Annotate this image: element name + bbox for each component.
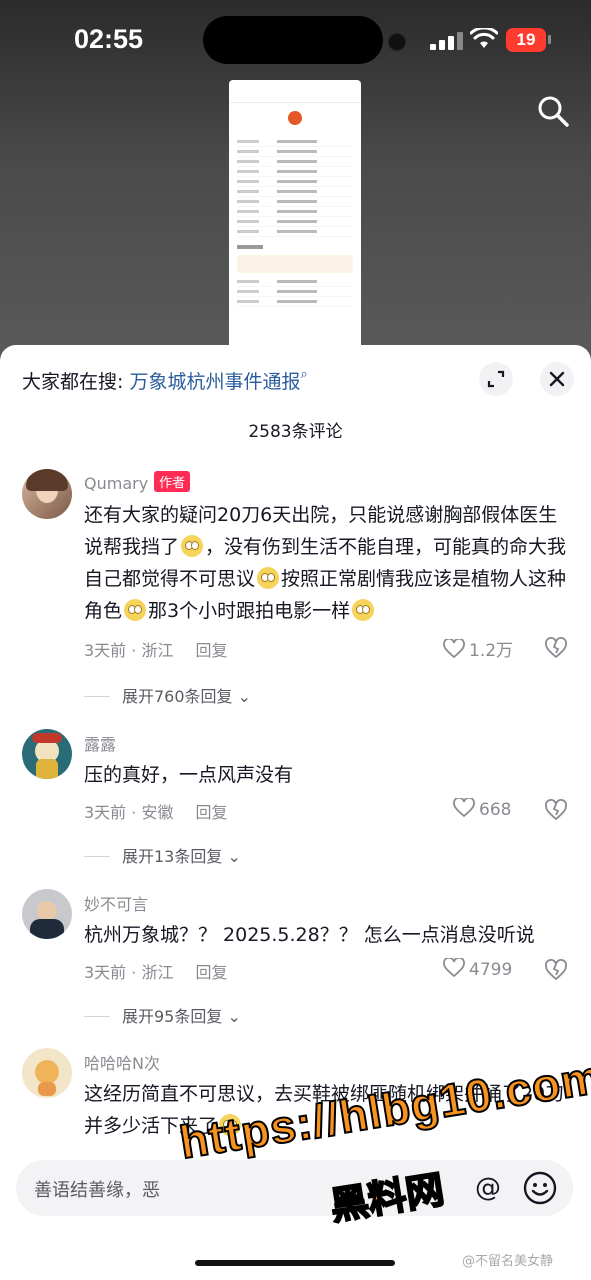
expand-replies[interactable]: 展开95条回复 ⌄ — [84, 1003, 241, 1027]
expand-button[interactable] — [479, 362, 513, 396]
comment-input[interactable]: 善语结善缘，恶 — [34, 1176, 160, 1202]
dislike-icon[interactable] — [545, 799, 567, 821]
divider-line — [84, 856, 110, 857]
battery-cap — [548, 35, 551, 44]
like-count: 1.2万 — [469, 641, 514, 661]
avatar[interactable] — [22, 889, 72, 939]
comment-text: 杭州万象城？？ 2025.5.28？？ 怎么一点消息没听说 — [84, 924, 535, 946]
embedded-logo — [288, 111, 302, 125]
divider-line — [84, 696, 110, 697]
like-button[interactable]: 668 — [453, 798, 511, 820]
hot-search-label: 大家都在搜: — [22, 371, 124, 393]
status-bar: 02:55 19 — [0, 0, 591, 80]
comment-meta: 3天前 · 浙江 回复 — [84, 637, 227, 661]
expand-icon — [487, 370, 505, 388]
emoji-icon — [257, 567, 280, 589]
comment-input-bar[interactable]: 善语结善缘，恶 @ — [16, 1160, 573, 1216]
comment-meta: 3天前 · 浙江 回复 — [84, 959, 227, 983]
avatar[interactable] — [22, 1048, 72, 1098]
dynamic-island — [203, 16, 383, 64]
battery-indicator: 19 — [506, 28, 546, 52]
close-button[interactable] — [540, 362, 574, 396]
expand-replies[interactable]: 展开760条回复 ⌄ — [84, 683, 251, 707]
dislike-icon[interactable] — [545, 959, 567, 981]
comment-time-location: 3天前 · 浙江 — [84, 641, 174, 660]
hot-search-bar[interactable]: 大家都在搜: 万象城杭州事件通报⌕ — [22, 367, 308, 394]
chevron-down-icon: ⌄ — [222, 1007, 241, 1026]
comment-time-location: 3天前 · 安徽 — [84, 803, 174, 822]
hot-search-keyword[interactable]: 万象城杭州事件通报 — [129, 371, 300, 393]
reply-button[interactable]: 回复 — [195, 963, 227, 982]
comment-username[interactable]: 露露 — [84, 731, 116, 755]
status-time: 02:55 — [74, 24, 144, 54]
close-icon — [549, 371, 565, 387]
like-button[interactable]: 1.2万 — [443, 636, 513, 661]
comments-count: 2583条评论 — [248, 422, 343, 442]
like-button[interactable]: 4799 — [443, 958, 512, 980]
heart-icon — [443, 958, 465, 978]
expand-replies[interactable]: 展开13条回复 ⌄ — [84, 843, 241, 867]
comment-text: 还有大家的疑问20刀6天出院，只能说感谢胸部假体医生说帮我挡了 ，没有伤到生活不能… — [84, 499, 574, 627]
avatar[interactable] — [22, 469, 72, 519]
emoji-icon[interactable] — [522, 1170, 558, 1206]
divider-line — [84, 1016, 110, 1017]
expand-replies-label: 展开95条回复 — [122, 1007, 223, 1026]
chevron-down-icon: ⌄ — [232, 687, 252, 706]
avatar[interactable] — [22, 729, 72, 779]
embedded-screenshot — [229, 80, 361, 350]
search-icon: ⌕ — [300, 367, 308, 382]
at-icon[interactable]: @ — [468, 1168, 508, 1208]
comment-meta: 3天前 · 安徽 回复 — [84, 799, 227, 823]
like-count: 4799 — [469, 960, 513, 980]
emoji-icon — [124, 599, 147, 621]
reply-button[interactable]: 回复 — [195, 641, 227, 660]
signal-icon — [430, 32, 464, 50]
home-indicator — [195, 1260, 395, 1266]
dislike-icon[interactable] — [545, 637, 567, 659]
reply-button[interactable]: 回复 — [195, 803, 227, 822]
camera-dot — [388, 33, 406, 51]
username-text: Qumary — [84, 474, 149, 493]
search-icon[interactable] — [536, 94, 570, 128]
comment-username[interactable]: 哈哈哈N次 — [84, 1050, 160, 1074]
comment-text-part: 那3个小时跟拍电影一样 — [148, 600, 351, 622]
wifi-icon — [470, 28, 498, 48]
heart-icon — [443, 639, 465, 659]
comment-text: 压的真好，一点风声没有 — [84, 764, 294, 786]
embedded-header — [229, 80, 361, 103]
heart-icon — [453, 798, 475, 818]
comment-time-location: 3天前 · 浙江 — [84, 963, 174, 982]
author-badge: 作者 — [154, 471, 191, 492]
comment-username[interactable]: 妙不可言 — [84, 891, 148, 915]
like-count: 668 — [479, 800, 512, 820]
video-area[interactable]: 02:55 19 — [0, 0, 591, 360]
emoji-icon — [352, 599, 375, 621]
expand-replies-label: 展开13条回复 — [122, 847, 223, 866]
credit-watermark: @不留名美女静 — [462, 1254, 554, 1269]
expand-replies-label: 展开760条回复 — [122, 687, 233, 706]
chevron-down-icon: ⌄ — [222, 847, 241, 866]
emoji-icon — [181, 535, 204, 557]
comment-username[interactable]: Qumary 作者 — [84, 471, 191, 493]
